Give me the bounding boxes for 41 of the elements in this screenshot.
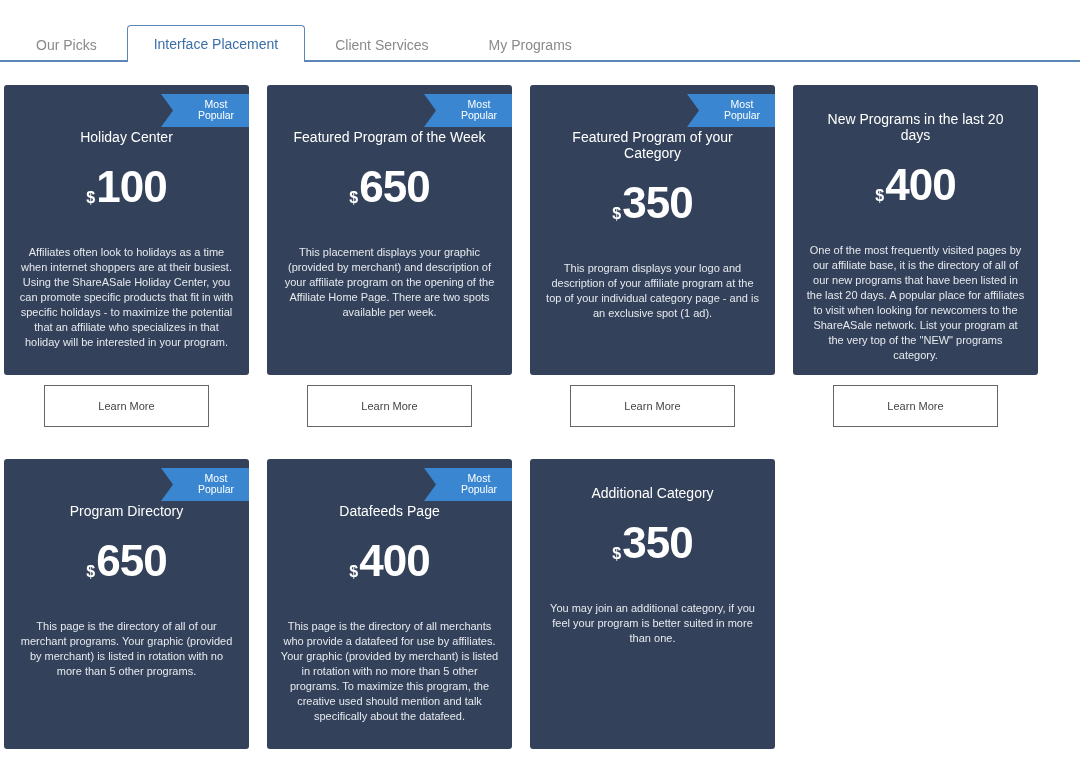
most-popular-ribbon: Most Popular — [161, 94, 249, 127]
learn-more-button[interactable]: Learn More — [833, 385, 998, 427]
tab[interactable]: Our Picks — [6, 26, 127, 62]
card-description: One of the most frequently visited pages by our affiliate base, it is the directory of all of our new programs that have been listed in the last 20 days. A popular place for affiliates to visit when looking for newcomers to the ShareASale network. List your program at the very top of the "NEW" programs category. — [805, 243, 1026, 363]
price: 650 — [96, 537, 167, 585]
tab[interactable]: Interface Placement — [126, 25, 306, 62]
learn-more-button[interactable]: Learn More — [570, 385, 735, 427]
most-popular-ribbon: Most Popular — [687, 94, 775, 127]
price: 400 — [885, 161, 956, 209]
card-title: Holiday Center — [79, 129, 174, 145]
card-description: This placement displays your graphic (provided by merchant) and description of your affiliate program on the opening of the Affiliate Home Page. There are two spots available per week. — [283, 245, 496, 320]
price: 100 — [96, 163, 167, 211]
currency-sign: $ — [612, 545, 622, 564]
most-popular-ribbon: Most Popular — [424, 94, 512, 127]
tab[interactable]: My Programs — [458, 26, 602, 62]
card-description: This page is the directory of all of our merchant programs. Your graphic (provided by merchant) is listed in rotation with no more than 5 other programs. — [19, 619, 234, 679]
currency-sign: $ — [612, 205, 622, 224]
currency-sign: $ — [349, 563, 359, 582]
currency-sign: $ — [86, 563, 96, 582]
price: 350 — [622, 519, 693, 567]
card-title: Additional Category — [590, 485, 715, 501]
price: 650 — [359, 163, 430, 211]
most-popular-ribbon: Most Popular — [424, 468, 512, 501]
currency-sign: $ — [875, 187, 885, 206]
price: 350 — [622, 179, 693, 227]
card-title: New Programs in the last 20 days — [826, 111, 1005, 143]
tab[interactable]: Client Services — [305, 26, 459, 62]
card-title: Featured Program of your Category — [571, 129, 734, 161]
card-title: Featured Program of the Week — [292, 129, 487, 145]
card-description: This page is the directory of all merchants who provide a datafeed for use by affiliates. Your graphic (provided by merchant) is listed in rotation with no more than 5 other programs. To maximize this program, the creative used should mention and talk specifically about the datafeed. — [279, 619, 500, 724]
card-title: Datafeeds Page — [338, 503, 441, 519]
learn-more-button[interactable]: Learn More — [307, 385, 472, 427]
most-popular-ribbon: Most Popular — [161, 468, 249, 501]
currency-sign: $ — [349, 189, 359, 208]
card-title: Program Directory — [68, 503, 185, 519]
price: 400 — [359, 537, 430, 585]
card-description: You may join an additional category, if you feel your program is better suited in more than one. — [549, 601, 756, 646]
currency-sign: $ — [86, 189, 96, 208]
card-description: Affiliates often look to holidays as a time when internet shoppers are at their busiest. Using the ShareASale Holiday Center, you can promote specific products that fit in with specific holidays - to maximize the potential that an affiliate who specializes in that holiday will be interested in your program. — [18, 245, 235, 350]
learn-more-button[interactable]: Learn More — [44, 385, 209, 427]
card-description: This program displays your logo and description of your affiliate program at the top of your individual category page - and is an exclusive spot (1 ad). — [545, 261, 760, 321]
